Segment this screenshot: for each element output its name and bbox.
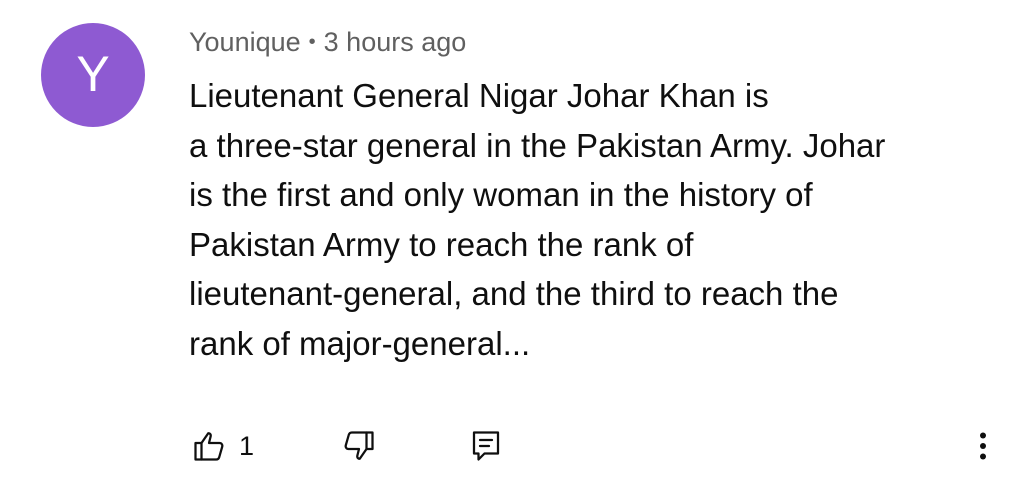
meta-separator: • — [308, 30, 316, 53]
comment: Y Younique • 3 hours ago Lieutenant Gene… — [0, 0, 1024, 503]
thumbs-down-icon — [339, 426, 379, 466]
comment-text: Lieutenant General Nigar Johar Khan is a… — [189, 71, 989, 368]
comment-text-line: rank of major-general... — [189, 324, 531, 362]
comment-text-line: Pakistan Army to reach the rank of — [189, 225, 694, 263]
comment-text-line: lieutenant-general, and the third to rea… — [189, 275, 839, 312]
comment-timestamp[interactable]: 3 hours ago — [324, 27, 467, 58]
thumbs-up-icon — [189, 426, 229, 466]
dislike-button[interactable] — [339, 424, 379, 468]
comment-header: Younique • 3 hours ago — [189, 24, 466, 60]
reply-button[interactable] — [466, 424, 506, 468]
avatar-letter: Y — [76, 46, 110, 102]
comment-text-line: a three-star general in the Pakistan Arm… — [189, 126, 886, 164]
more-options-button[interactable] — [963, 424, 1003, 468]
like-count: 1 — [239, 430, 255, 461]
author-name[interactable]: Younique — [189, 27, 301, 58]
comment-actions: 1 — [189, 424, 1009, 468]
avatar[interactable]: Y — [41, 23, 145, 127]
comment-text-line: Lieutenant General Nigar Johar Khan is — [189, 77, 769, 114]
like-button[interactable]: 1 — [189, 424, 254, 468]
reply-comment-icon — [466, 426, 506, 466]
more-vertical-icon — [963, 426, 1003, 466]
comment-text-line: is the first and only woman in the histo… — [189, 176, 813, 213]
